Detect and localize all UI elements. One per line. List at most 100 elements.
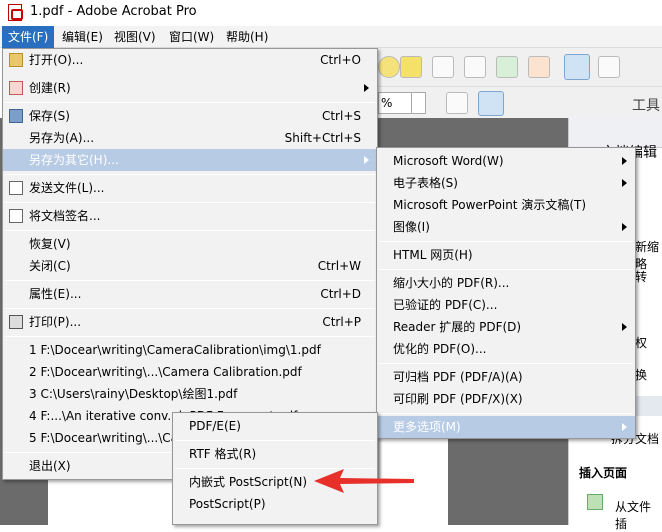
more-postscript[interactable]: PostScript(P) — [173, 493, 377, 515]
fit-page-icon[interactable] — [446, 92, 468, 114]
item-label: 电子表格(S) — [393, 176, 458, 190]
item-label: 缩小大小的 PDF(R)... — [393, 276, 510, 290]
item-label: 图像(I) — [393, 220, 430, 234]
item-label: Reader 扩展的 PDF(D) — [393, 320, 522, 334]
item-label: 已验证的 PDF(C)... — [393, 298, 498, 312]
toolbar-zoom: % 工具 — [378, 86, 662, 118]
save-icon — [9, 109, 23, 123]
menu-item-open[interactable]: 打开(O)... Ctrl+O — [3, 49, 377, 71]
save-as-other-submenu: Microsoft Word(W) 电子表格(S) Microsoft Powe… — [376, 147, 636, 439]
saveas-pdfx[interactable]: 可印刷 PDF (PDF/X)(X) — [377, 388, 635, 410]
item-label: 可印刷 PDF (PDF/X)(X) — [393, 392, 523, 406]
menu-file[interactable]: 文件(F) — [2, 26, 55, 48]
recent-file-1[interactable]: 1 F:\Docear\writing\CameraCalibration\im… — [3, 339, 377, 361]
saveas-word[interactable]: Microsoft Word(W) — [377, 150, 635, 172]
item-shortcut: Shift+Ctrl+S — [284, 131, 361, 145]
delete-page-icon[interactable] — [432, 56, 454, 78]
menu-item-print[interactable]: 打印(P)... Ctrl+P — [3, 311, 377, 333]
create-icon — [9, 81, 23, 95]
saveas-reduced-pdf[interactable]: 缩小大小的 PDF(R)... — [377, 272, 635, 294]
item-label: Microsoft Word(W) — [393, 154, 504, 168]
menu-item-revert[interactable]: 恢复(V) — [3, 233, 377, 255]
item-label: 另存为(A)... — [29, 131, 95, 145]
item-label: 退出(X) — [29, 459, 71, 473]
saveas-image[interactable]: 图像(I) — [377, 216, 635, 238]
item-label: 关闭(C) — [29, 259, 71, 273]
item-label: 优化的 PDF(O)... — [393, 342, 487, 356]
insert-pages-heading: 插入页面 — [579, 466, 628, 480]
saveas-certified-pdf[interactable]: 已验证的 PDF(C)... — [377, 294, 635, 316]
menu-item-properties[interactable]: 属性(E)... Ctrl+D — [3, 283, 377, 305]
menu-item-close[interactable]: 关闭(C) Ctrl+W — [3, 255, 377, 277]
item-label: 更多选项(M) — [393, 420, 461, 434]
item-shortcut: Ctrl+D — [320, 287, 361, 301]
item-label: 内嵌式 PostScript(N) — [189, 475, 308, 489]
saveas-pdfa[interactable]: 可归档 PDF (PDF/A)(A) — [377, 366, 635, 388]
more-pdfe[interactable]: PDF/E(E) — [173, 415, 377, 437]
chevron-right-icon — [364, 84, 369, 92]
window-title: 1.pdf - Adobe Acrobat Pro — [30, 4, 197, 19]
item-shortcut: Ctrl+O — [320, 53, 361, 67]
saveas-optimized-pdf[interactable]: 优化的 PDF(O)... — [377, 338, 635, 360]
item-shortcut: Ctrl+S — [321, 109, 361, 123]
pdf-app-icon — [8, 4, 23, 21]
saveas-spreadsheet[interactable]: 电子表格(S) — [377, 172, 635, 194]
settings-icon[interactable] — [598, 56, 620, 78]
recent-file-3[interactable]: 3 C:\Users\rainy\Desktop\绘图1.pdf — [3, 383, 377, 405]
menu-item-send-file[interactable]: 发送文件(L)... — [3, 177, 377, 199]
item-label: 5 F:\Docear\writing\...\Ca — [29, 431, 179, 445]
select-tool-icon[interactable] — [564, 54, 590, 80]
item-label: 将文档签名... — [29, 209, 101, 223]
item-label: 3 C:\Users\rainy\Desktop\绘图1.pdf — [29, 387, 238, 401]
menu-item-save-as[interactable]: 另存为(A)... Shift+Ctrl+S — [3, 127, 377, 149]
item-label: RTF 格式(R) — [189, 447, 257, 461]
menu-item-sign-document[interactable]: 将文档签名... — [3, 205, 377, 227]
menu-item-save[interactable]: 保存(S) Ctrl+S — [3, 105, 377, 127]
recent-file-2[interactable]: 2 F:\Docear\writing\...\Camera Calibrati… — [3, 361, 377, 383]
item-label: 可归档 PDF (PDF/A)(A) — [393, 370, 523, 384]
item-label: PDF/E(E) — [189, 419, 241, 433]
menu-edit[interactable]: 编辑(E) — [56, 26, 109, 48]
item-label: 保存(S) — [29, 109, 70, 123]
more-rtf[interactable]: RTF 格式(R) — [173, 443, 377, 465]
menu-bar: 文件(F) 编辑(E) 视图(V) 窗口(W) 帮助(H) — [0, 26, 662, 48]
insert-file-icon — [587, 494, 603, 510]
item-shortcut: Ctrl+W — [317, 259, 361, 273]
zoom-field[interactable]: % — [378, 92, 426, 114]
item-shortcut: Ctrl+P — [322, 315, 361, 329]
rotate-icon[interactable] — [464, 56, 486, 78]
fit-width-icon[interactable] — [478, 91, 504, 116]
chevron-down-icon[interactable] — [411, 93, 425, 113]
tools-tab[interactable]: 工具 — [632, 95, 660, 115]
saveas-html[interactable]: HTML 网页(H) — [377, 244, 635, 266]
item-label: PostScript(P) — [189, 497, 266, 511]
print-icon — [9, 315, 23, 329]
item-label: 打印(P)... — [29, 315, 82, 329]
menu-window[interactable]: 窗口(W) — [163, 26, 220, 48]
item-label: 打开(O)... — [29, 53, 84, 67]
saveas-more-options[interactable]: 更多选项(M) — [377, 416, 635, 438]
mail-icon — [9, 181, 23, 195]
menu-item-create[interactable]: 创建(R) — [3, 77, 377, 99]
item-label: HTML 网页(H) — [393, 248, 473, 262]
saveas-reader-extended-pdf[interactable]: Reader 扩展的 PDF(D) — [377, 316, 635, 338]
item-label: 1 F:\Docear\writing\CameraCalibration\im… — [29, 343, 321, 357]
panel-text: 权 — [635, 336, 648, 350]
sign-icon — [9, 209, 23, 223]
panel-text: 转 — [635, 270, 648, 284]
panel-text: 新缩略 — [635, 240, 660, 271]
menu-item-save-as-other[interactable]: 另存为其它(H)... — [3, 149, 377, 171]
menu-help[interactable]: 帮助(H) — [220, 26, 274, 48]
highlight-icon[interactable] — [400, 56, 422, 78]
saveas-powerpoint[interactable]: Microsoft PowerPoint 演示文稿(T) — [377, 194, 635, 216]
item-label: 发送文件(L)... — [29, 181, 105, 195]
item-label: 另存为其它(H)... — [29, 153, 119, 167]
item-label: Microsoft PowerPoint 演示文稿(T) — [393, 198, 587, 212]
item-label: 2 F:\Docear\writing\...\Camera Calibrati… — [29, 365, 302, 379]
zoom-value: % — [381, 96, 393, 110]
extract-icon[interactable] — [496, 56, 518, 78]
edit-icon[interactable] — [528, 56, 550, 78]
insert-from-file-item[interactable]: 从文件插 — [615, 498, 662, 532]
comment-icon[interactable] — [378, 56, 400, 78]
menu-view[interactable]: 视图(V) — [108, 26, 162, 48]
